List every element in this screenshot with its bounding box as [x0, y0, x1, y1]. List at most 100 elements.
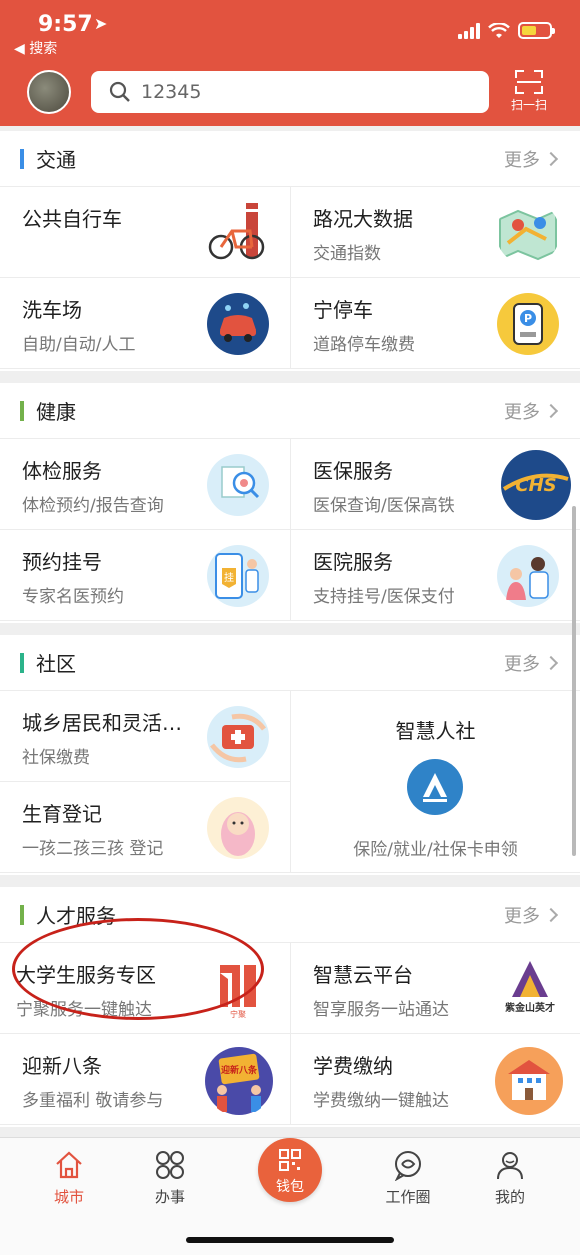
service-desc: 学费缴纳一键触达: [313, 1091, 449, 1111]
section-marker: [20, 652, 24, 673]
user-icon: [497, 1152, 523, 1180]
scan-button[interactable]: 扫一扫: [508, 70, 550, 113]
service-desc: 专家名医预约: [22, 587, 124, 607]
avatar[interactable]: [27, 70, 71, 114]
header: 9:57 ➤ ◀ 搜索 12345 扫一扫: [0, 0, 580, 126]
location-arrow-icon: ➤: [94, 14, 108, 33]
back-to-app-link[interactable]: ◀ 搜索: [14, 38, 57, 58]
service-name: 迎新八条: [22, 1054, 102, 1078]
tab-affairs[interactable]: 办事: [130, 1148, 210, 1207]
service-name: 生育登记: [22, 802, 102, 826]
service-tile[interactable]: 迎新八条 多重福利 敬请参与 迎新八条: [0, 1034, 290, 1125]
svg-text:宁聚: 宁聚: [230, 1009, 246, 1019]
bicycle-icon: [208, 203, 265, 260]
registration-icon: 挂: [207, 545, 269, 607]
battery-icon: [518, 22, 555, 39]
section-marker: [20, 148, 24, 169]
svg-text:P: P: [524, 312, 532, 325]
parking-icon: P: [497, 293, 559, 355]
svg-text:挂: 挂: [224, 571, 234, 584]
service-tile[interactable]: 医院服务 支持挂号/医保支付: [290, 530, 580, 621]
section-header: 交通 更多: [0, 131, 580, 187]
section-title: 健康: [36, 400, 76, 424]
service-name: 学费缴纳: [313, 1054, 393, 1078]
tab-moments[interactable]: 工作圈: [368, 1148, 448, 1207]
service-tile[interactable]: 体检服务 体检预约/报告查询: [0, 439, 290, 530]
wifi-icon: [488, 22, 510, 38]
section-health: 健康 更多 体检服务 体检预约/报告查询 医保服务 医保查询/医保高铁 CHS: [0, 383, 580, 623]
chat-circle-icon: [394, 1151, 421, 1181]
section-title: 社区: [36, 652, 76, 676]
tab-city[interactable]: 城市: [29, 1148, 109, 1207]
service-name: 智慧云平台: [313, 963, 413, 987]
baby-icon: [207, 797, 269, 859]
service-name: 洗车场: [22, 298, 82, 322]
section-community: 社区 更多 城乡居民和灵活… 社保缴费 生育登记 一孩二孩三孩 登记 智慧人社 …: [0, 635, 580, 875]
search-value: 12345: [141, 81, 202, 103]
more-link[interactable]: 更多: [504, 650, 559, 676]
service-desc: 保险/就业/社保卡申领: [353, 840, 518, 860]
service-name: 宁停车: [313, 298, 373, 322]
more-link[interactable]: 更多: [504, 902, 559, 928]
tab-label: 钱包: [276, 1179, 304, 1195]
apps-icon: [156, 1151, 184, 1179]
service-desc: 一孩二孩三孩 登记: [22, 839, 164, 859]
hospital-icon: [497, 545, 559, 607]
chevron-right-icon: [543, 403, 559, 418]
service-tile[interactable]: 学费缴纳 学费缴纳一键触达: [290, 1034, 580, 1125]
tab-label: 城市: [53, 1188, 84, 1206]
status-time: 9:57: [38, 12, 93, 37]
scrollbar[interactable]: [572, 506, 576, 856]
chs-icon: CHS: [501, 450, 571, 520]
chevron-right-icon: [543, 907, 559, 922]
service-desc: 多重福利 敬请参与: [22, 1091, 164, 1111]
status-icons: [458, 22, 555, 39]
map-icon: [499, 209, 557, 261]
service-tile[interactable]: 公共自行车: [0, 187, 290, 278]
car-wash-icon: [207, 293, 269, 355]
section-header: 社区 更多: [0, 635, 580, 691]
school-icon: [495, 1047, 563, 1115]
tab-mine[interactable]: 我的: [470, 1148, 550, 1207]
service-tile[interactable]: 智慧云平台 智享服务一站通达 紫金山英才: [290, 943, 580, 1034]
service-tile[interactable]: 生育登记 一孩二孩三孩 登记: [0, 782, 290, 873]
qr-code-icon: [279, 1149, 301, 1171]
svg-text:CHS: CHS: [515, 475, 556, 496]
signal-icon: [458, 22, 480, 39]
search-icon: [109, 81, 130, 102]
service-name: 智慧人社: [395, 719, 476, 743]
svg-text:紫金山英才: 紫金山英才: [505, 1001, 555, 1014]
service-name: 城乡居民和灵活…: [22, 711, 182, 735]
service-tile[interactable]: 预约挂号 专家名医预约 挂: [0, 530, 290, 621]
tab-label: 我的: [494, 1188, 525, 1206]
tab-wallet[interactable]: 钱包: [258, 1138, 322, 1202]
section-marker: [20, 904, 24, 925]
service-name: 体检服务: [22, 459, 102, 483]
zijinshan-icon: 紫金山英才: [505, 961, 555, 1014]
service-tile[interactable]: 宁停车 道路停车缴费 P: [290, 278, 580, 369]
service-tile[interactable]: 洗车场 自助/自动/人工: [0, 278, 290, 369]
more-link[interactable]: 更多: [504, 398, 559, 424]
home-icon: [56, 1151, 82, 1179]
service-name: 路况大数据: [313, 207, 413, 231]
service-desc: 交通指数: [313, 244, 381, 264]
service-tile[interactable]: 城乡居民和灵活… 社保缴费: [0, 691, 290, 782]
chevron-right-icon: [543, 151, 559, 166]
section-header: 健康 更多: [0, 383, 580, 439]
more-link[interactable]: 更多: [504, 146, 559, 172]
service-desc: 医保查询/医保高铁: [313, 496, 455, 516]
section-title: 交通: [36, 148, 76, 172]
service-desc: 智享服务一站通达: [313, 1000, 449, 1020]
service-tile[interactable]: 医保服务 医保查询/医保高铁 CHS: [290, 439, 580, 530]
home-indicator: [186, 1237, 394, 1243]
checkup-icon: [207, 454, 269, 516]
search-input[interactable]: 12345: [91, 71, 489, 113]
service-desc: 社保缴费: [22, 748, 90, 768]
section-traffic: 交通 更多 公共自行车 路况大数据 交通指数 洗车场 自助/自动/人工 宁停车 …: [0, 131, 580, 371]
scan-label: 扫一扫: [510, 98, 547, 112]
human-resources-icon: [407, 759, 463, 815]
service-tile[interactable]: 路况大数据 交通指数: [290, 187, 580, 278]
service-name: 医院服务: [313, 550, 393, 574]
service-tile-large[interactable]: 智慧人社 保险/就业/社保卡申领: [290, 691, 580, 873]
tab-label: 工作圈: [385, 1188, 431, 1206]
